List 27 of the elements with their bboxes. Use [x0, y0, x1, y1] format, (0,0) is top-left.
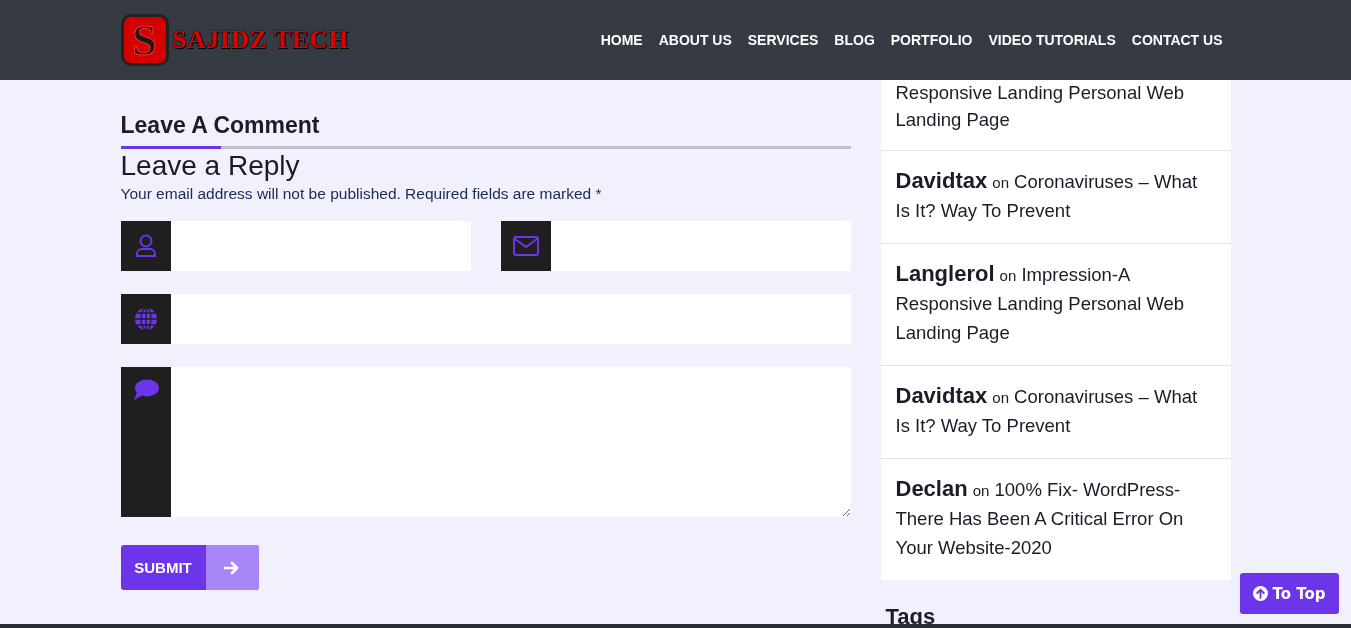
post-link[interactable]: Responsive Landing Personal Web Landing Page — [895, 79, 1216, 133]
person-icon — [134, 234, 157, 258]
email-input[interactable] — [550, 221, 851, 271]
nav-link[interactable]: CONTACT US — [1131, 32, 1223, 48]
nav-link[interactable]: HOME — [600, 32, 643, 48]
nav-link[interactable]: PORTFOLIO — [890, 32, 973, 48]
notice-text: Your email address will not be published. Required fields are marked * — [120, 185, 603, 203]
nav-link[interactable]: SERVICES — [747, 32, 819, 48]
nav-link[interactable]: ABOUT US — [658, 32, 732, 48]
comment-textarea[interactable] — [170, 367, 851, 517]
website-input[interactable] — [170, 294, 851, 344]
nav-link[interactable]: BLOG — [834, 32, 875, 48]
nav-link[interactable]: VIDEO TUTORIALS — [988, 32, 1116, 48]
to-top-button[interactable]: To Top — [1240, 573, 1339, 614]
submit-button[interactable]: SUBMIT — [120, 545, 259, 590]
recent-comment-entry[interactable]: Davidtax on Coronaviruses – What Is It? Way To Prevent — [895, 168, 1216, 226]
envelope-icon — [512, 236, 539, 256]
recent-comment-entry[interactable]: Davidtax on Coronaviruses – What Is It? Way To Prevent — [895, 383, 1216, 441]
section-title: Leave A Comment — [120, 111, 321, 139]
name-input[interactable] — [170, 221, 471, 271]
arrow-up-circle-icon — [1253, 586, 1269, 601]
speech-bubble-icon — [132, 379, 159, 401]
reply-title: Leave a Reply — [120, 149, 301, 183]
recent-comment-entry[interactable]: Langlerol on Impression-A Responsive Landing Personal Web Landing Page — [895, 261, 1216, 348]
globe-icon — [133, 307, 158, 331]
recent-comment-entry[interactable]: Declan on 100% Fix- WordPress- There Has Been A Critical Error On Your Website-2020 — [895, 476, 1216, 563]
arrow-right-icon — [224, 560, 240, 575]
